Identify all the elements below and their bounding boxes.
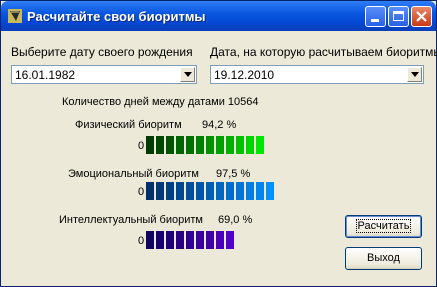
target-date-value: 19.12.2010: [214, 68, 275, 82]
intellectual-level-bar: [146, 231, 234, 249]
intellectual-bar-segment: [206, 231, 214, 249]
physical-zero: 0: [138, 140, 145, 152]
emotional-bar-segment: [176, 182, 184, 200]
intellectual-label: Интеллектуальный биоритм: [59, 214, 203, 226]
minimize-icon: [371, 19, 379, 22]
app-window: Расчитайте свои биоритмы Выберите дату с…: [0, 0, 437, 287]
emotional-bar-segment: [256, 182, 264, 200]
maximize-icon: [393, 11, 404, 21]
birth-date-dropdown-button[interactable]: [180, 67, 195, 82]
birth-date-label: Выберите дату своего рождения: [11, 45, 193, 59]
title-bar[interactable]: Расчитайте свои биоритмы: [1, 1, 436, 31]
intellectual-bar-segment: [156, 231, 164, 249]
close-icon: [416, 11, 427, 22]
days-between-text: Количество дней между датами 10564: [62, 96, 259, 108]
emotional-bar-segment: [146, 182, 154, 200]
emotional-bar-segment: [226, 182, 234, 200]
intellectual-bar-segment: [166, 231, 174, 249]
target-date-combobox[interactable]: 19.12.2010: [210, 65, 424, 84]
physical-bar-segment: [216, 136, 224, 154]
calculate-button[interactable]: Расчитать: [345, 215, 422, 238]
emotional-bar-segment: [216, 182, 224, 200]
physical-bar-segment: [246, 136, 254, 154]
physical-bar-segment: [176, 136, 184, 154]
emotional-percent: 97,5 %: [216, 168, 251, 180]
exit-button-label: Выход: [367, 252, 400, 264]
intellectual-bar-segment: [216, 231, 224, 249]
emotional-bar-segment: [266, 182, 274, 200]
window-title: Расчитайте свои биоритмы: [27, 9, 206, 24]
emotional-bar-segment: [166, 182, 174, 200]
physical-label: Физический биоритм: [75, 119, 182, 131]
intellectual-percent: 69,0 %: [218, 214, 253, 226]
chevron-down-icon: [411, 72, 419, 77]
emotional-bar-segment: [196, 182, 204, 200]
emotional-level-bar: [146, 182, 274, 200]
emotional-label: Эмоциональный биоритм: [68, 168, 199, 180]
chevron-down-icon: [184, 72, 192, 77]
intellectual-zero: 0: [138, 235, 145, 247]
physical-bar-segment: [156, 136, 164, 154]
physical-level-bar: [146, 136, 264, 154]
physical-percent: 94,2 %: [202, 119, 237, 131]
app-icon: [8, 9, 22, 23]
minimize-button[interactable]: [365, 6, 386, 27]
physical-bar-segment: [206, 136, 214, 154]
intellectual-bar-segment: [146, 231, 154, 249]
emotional-bar-segment: [236, 182, 244, 200]
physical-bar-segment: [196, 136, 204, 154]
emotional-bar-segment: [156, 182, 164, 200]
client-area: Выберите дату своего рождения 16.01.1982…: [4, 31, 437, 283]
intellectual-bar-segment: [226, 231, 234, 249]
target-date-label: Дата, на которую расчитываем биоритмы: [210, 45, 437, 59]
target-date-dropdown-button[interactable]: [407, 67, 422, 82]
physical-bar-segment: [226, 136, 234, 154]
close-button[interactable]: [411, 6, 432, 27]
maximize-button[interactable]: [388, 6, 409, 27]
intellectual-bar-segment: [176, 231, 184, 249]
exit-button[interactable]: Выход: [345, 247, 422, 270]
physical-bar-segment: [146, 136, 154, 154]
birth-date-value: 16.01.1982: [15, 68, 76, 82]
calculate-button-label: Расчитать: [355, 219, 412, 233]
emotional-zero: 0: [138, 186, 145, 198]
intellectual-bar-segment: [196, 231, 204, 249]
emotional-bar-segment: [246, 182, 254, 200]
physical-bar-segment: [256, 136, 264, 154]
birth-date-combobox[interactable]: 16.01.1982: [11, 65, 197, 84]
intellectual-bar-segment: [186, 231, 194, 249]
emotional-bar-segment: [186, 182, 194, 200]
physical-bar-segment: [186, 136, 194, 154]
physical-bar-segment: [166, 136, 174, 154]
emotional-bar-segment: [206, 182, 214, 200]
physical-bar-segment: [236, 136, 244, 154]
